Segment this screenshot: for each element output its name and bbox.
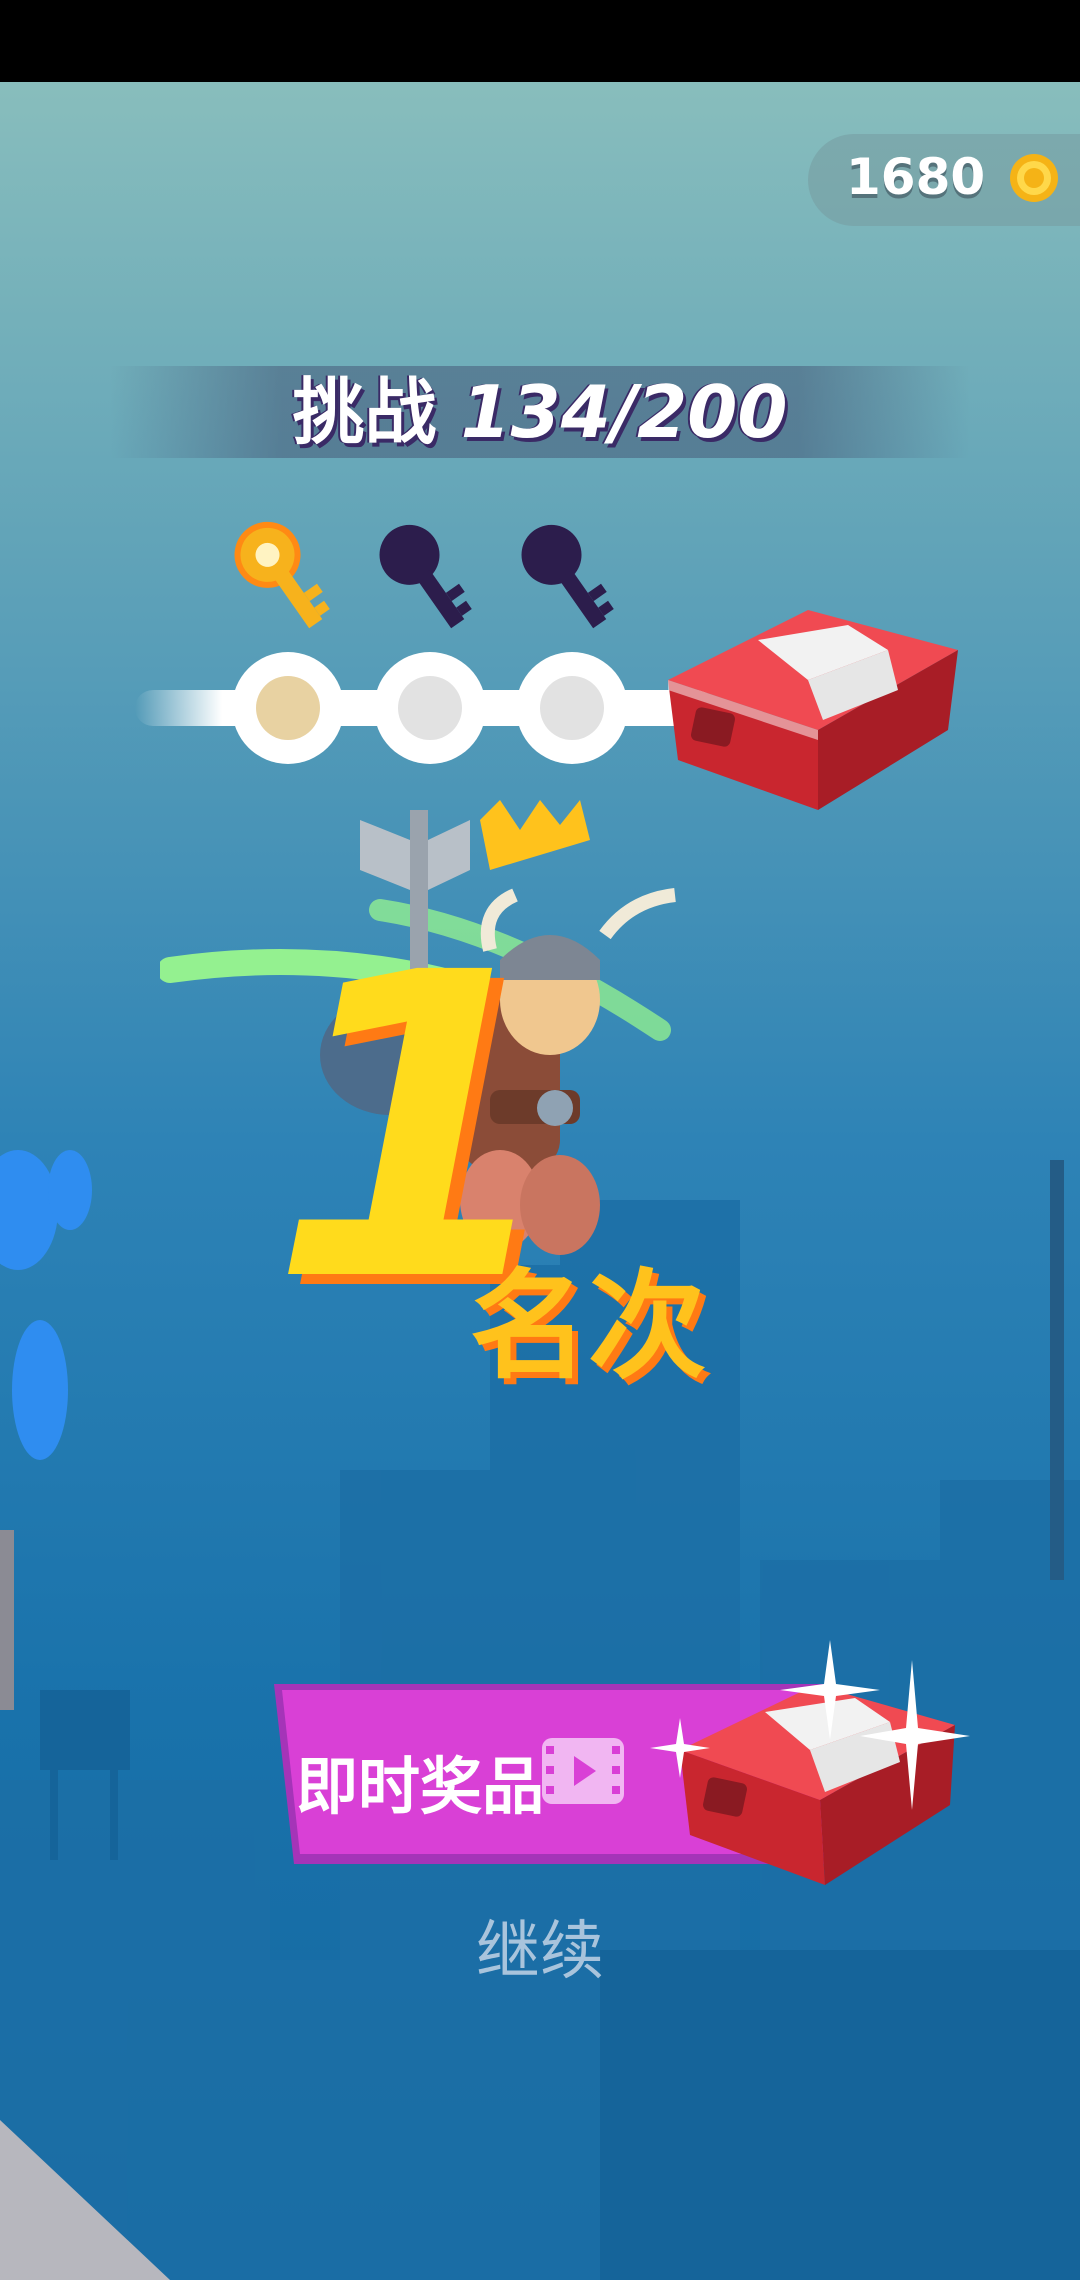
challenge-label: 挑战 — [292, 370, 437, 454]
video-icon — [542, 1738, 624, 1804]
challenge-progress: 134/200 — [460, 370, 788, 454]
continue-link[interactable]: 继续 — [0, 1900, 1080, 1992]
coin-count: 1680 — [846, 148, 986, 206]
coin-icon — [1010, 154, 1058, 202]
key-collected-icon — [234, 521, 330, 629]
challenge-banner: 挑战 134/200 — [110, 366, 970, 458]
key-locked-icon — [379, 524, 472, 629]
rank-label: 名次 — [470, 1257, 707, 1395]
reward-chest-icon — [650, 1640, 970, 1885]
key-slot-empty — [516, 652, 628, 764]
reward-chest-icon — [668, 610, 958, 810]
key-slot-empty — [374, 652, 486, 764]
coin-balance: 1680 — [808, 134, 1080, 226]
instant-reward-label: 即时奖品 — [296, 1750, 545, 1823]
key-slot-filled — [232, 652, 344, 764]
key-locked-icon — [521, 524, 614, 629]
